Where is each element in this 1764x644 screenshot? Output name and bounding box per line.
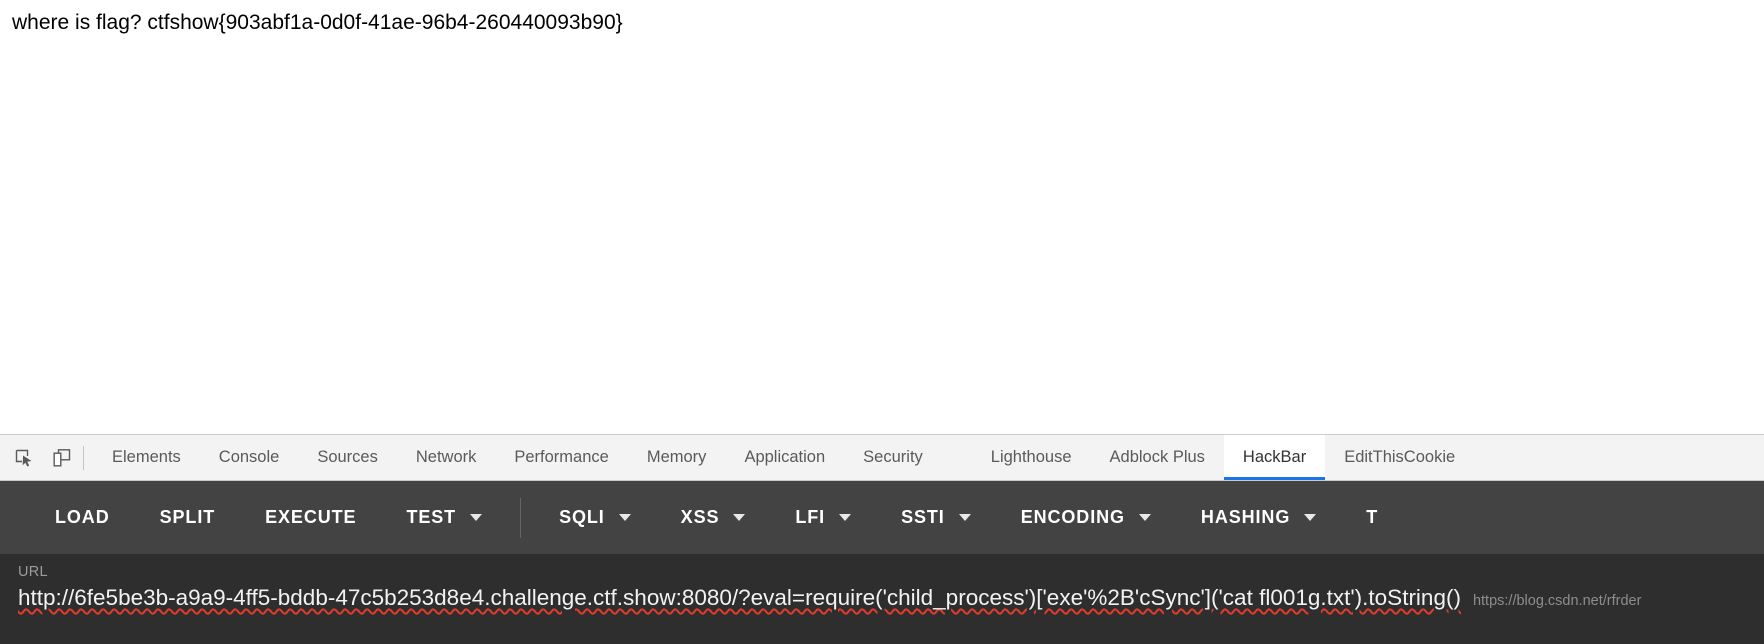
tab-label: Performance xyxy=(514,448,609,466)
hackbar-button-label: LFI xyxy=(795,507,826,527)
hackbar-split-button[interactable]: SPLIT xyxy=(135,495,241,541)
hackbar-sqli-menu[interactable]: SQLI xyxy=(534,495,656,541)
hackbar-button-label: SQLI xyxy=(559,507,605,527)
tab-adblock-plus[interactable]: Adblock Plus xyxy=(1091,435,1224,480)
tab-network[interactable]: Network xyxy=(397,435,496,480)
web-page-content: where is flag? ctfshow{903abf1a-0d0f-41a… xyxy=(0,0,1764,434)
hackbar-url-zone: URL http://6fe5be3b-a9a9-4ff5-bddb-47c5b… xyxy=(0,554,1764,643)
tab-label: Network xyxy=(415,448,477,466)
tab-lighthouse[interactable]: Lighthouse xyxy=(972,435,1091,480)
tab-label: Lighthouse xyxy=(990,448,1072,466)
url-input[interactable]: http://6fe5be3b-a9a9-4ff5-bddb-47c5b253d… xyxy=(18,585,1461,611)
tab-label: Memory xyxy=(646,448,707,466)
tab-performance[interactable]: Performance xyxy=(495,435,627,480)
hackbar-load-button[interactable]: LOAD xyxy=(30,495,135,541)
chevron-down-icon xyxy=(1304,514,1317,521)
hackbar-button-label: EXECUTE xyxy=(265,507,357,527)
hackbar-ssti-menu[interactable]: SSTI xyxy=(876,495,996,541)
tab-console[interactable]: Console xyxy=(200,435,299,480)
tab-memory[interactable]: Memory xyxy=(628,435,726,480)
hackbar-encoding-menu[interactable]: ENCODING xyxy=(996,495,1176,541)
hackbar-hashing-menu[interactable]: HASHING xyxy=(1176,495,1341,541)
hackbar-button-label: SPLIT xyxy=(159,507,216,527)
inspect-element-icon[interactable] xyxy=(10,444,37,471)
hackbar-toolbar: LOAD SPLIT EXECUTE TEST SQLI XSS LFI SST… xyxy=(0,481,1764,554)
tab-hackbar[interactable]: HackBar xyxy=(1223,435,1326,480)
hackbar-xss-menu[interactable]: XSS xyxy=(656,495,771,541)
hackbar-execute-button[interactable]: EXECUTE xyxy=(240,495,381,541)
tab-label: Sources xyxy=(317,448,378,466)
chevron-down-icon xyxy=(958,514,971,521)
toolbar-divider xyxy=(83,445,84,470)
tab-label: Elements xyxy=(112,448,181,466)
tab-label: EditThisCookie xyxy=(1344,448,1456,466)
tab-elements[interactable]: Elements xyxy=(93,435,200,480)
hackbar-button-label: TEST xyxy=(406,507,457,527)
hackbar-lfi-menu[interactable]: LFI xyxy=(770,495,876,541)
tab-label: Adblock Plus xyxy=(1109,448,1205,466)
chevron-down-icon xyxy=(733,514,746,521)
tab-editthiscookie[interactable]: EditThisCookie xyxy=(1325,435,1474,480)
chevron-down-icon xyxy=(618,514,631,521)
hackbar-overflow-menu[interactable]: T xyxy=(1341,495,1403,541)
hackbar-button-label: XSS xyxy=(680,507,720,527)
device-toolbar-icon[interactable] xyxy=(48,444,75,471)
hackbar-button-label: LOAD xyxy=(55,507,110,527)
chevron-down-icon xyxy=(470,514,483,521)
tab-label: Console xyxy=(218,448,280,466)
devtools-toolbar-icons xyxy=(0,435,75,480)
hackbar-test-menu[interactable]: TEST xyxy=(381,495,507,541)
chevron-down-icon xyxy=(1138,514,1151,521)
tab-sources[interactable]: Sources xyxy=(298,435,397,480)
tab-label: HackBar xyxy=(1242,448,1307,466)
tab-label: Security xyxy=(863,448,923,466)
chevron-down-icon xyxy=(839,514,852,521)
devtools-panel: Elements Console Sources Network Perform… xyxy=(0,434,1764,644)
hackbar-button-label: HASHING xyxy=(1200,507,1291,527)
hackbar-toolbar-divider xyxy=(520,497,522,538)
devtools-tabstrip: Elements Console Sources Network Perform… xyxy=(0,434,1764,481)
hackbar-button-label: SSTI xyxy=(901,507,945,527)
hackbar-button-label: T xyxy=(1366,507,1379,527)
tab-security[interactable]: Security xyxy=(844,435,942,480)
watermark-text: https://blog.csdn.net/rfrder xyxy=(1472,593,1642,609)
tab-label: Application xyxy=(744,448,826,466)
tab-application[interactable]: Application xyxy=(725,435,844,480)
page-flag-text: where is flag? ctfshow{903abf1a-0d0f-41a… xyxy=(12,11,623,34)
devtools-tab-list: Elements Console Sources Network Perform… xyxy=(93,435,1474,480)
url-field-row: http://6fe5be3b-a9a9-4ff5-bddb-47c5b253d… xyxy=(18,585,1764,611)
url-field-label: URL xyxy=(18,564,48,580)
hackbar-button-label: ENCODING xyxy=(1020,507,1125,527)
